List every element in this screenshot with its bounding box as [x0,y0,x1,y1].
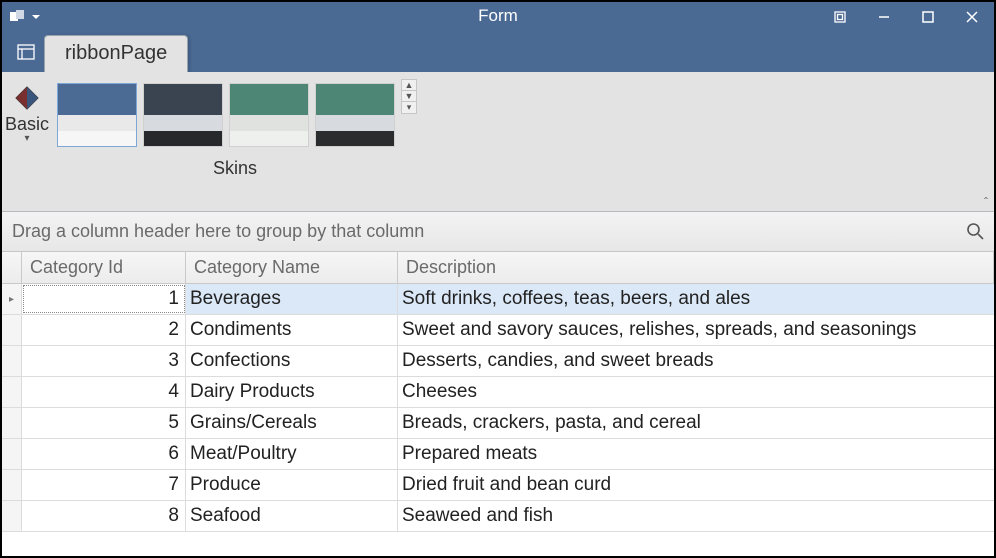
cell-category-id[interactable]: 2 [22,315,186,345]
skin-swatch[interactable] [143,83,223,147]
cell-description[interactable]: Sweet and savory sauces, relishes, sprea… [398,315,994,345]
ribbon-collapse-icon[interactable]: ˆ [984,195,988,209]
cell-category-name[interactable]: Seafood [186,501,398,531]
cell-description[interactable]: Desserts, candies, and sweet breads [398,346,994,376]
data-grid: Category Id Category Name Description ▸1… [2,252,994,556]
ribbon-tab[interactable]: ribbonPage [44,35,188,73]
cell-category-name[interactable]: Beverages [186,284,398,314]
grid-header: Category Id Category Name Description [2,252,994,284]
row-indicator [2,377,22,407]
cell-category-name[interactable]: Dairy Products [186,377,398,407]
row-indicator [2,408,22,438]
gallery-scroll: ▲ ▼ ▾ [401,79,417,114]
search-icon[interactable] [966,222,984,245]
cell-category-id[interactable]: 4 [22,377,186,407]
cell-description[interactable]: Dried fruit and bean curd [398,470,994,500]
table-row[interactable]: 2CondimentsSweet and savory sauces, reli… [2,315,994,346]
cell-description[interactable]: Breads, crackers, pasta, and cereal [398,408,994,438]
skin-swatch[interactable] [57,83,137,147]
cell-category-name[interactable]: Meat/Poultry [186,439,398,469]
gallery-down-button[interactable]: ▼ [401,91,417,102]
column-header-id[interactable]: Category Id [22,252,186,283]
ribbon-header: ribbonPage [2,32,994,72]
table-row[interactable]: 6Meat/PoultryPrepared meats [2,439,994,470]
app-menu-icon[interactable] [14,40,38,64]
cell-description[interactable]: Prepared meats [398,439,994,469]
skin-gallery: ▲ ▼ ▾ [52,78,418,152]
row-indicator [2,439,22,469]
cell-description[interactable]: Seaweed and fish [398,501,994,531]
ribbon-group-skins: ▲ ▼ ▾ Skins [52,78,418,211]
cell-category-name[interactable]: Condiments [186,315,398,345]
app-icon [10,10,26,24]
column-header-name[interactable]: Category Name [186,252,398,283]
cell-category-id[interactable]: 7 [22,470,186,500]
row-indicator: ▸ [2,284,22,314]
restore-down-alt-button[interactable] [818,2,862,32]
gallery-up-button[interactable]: ▲ [401,79,417,91]
cell-category-id[interactable]: 6 [22,439,186,469]
window-controls [818,2,994,32]
ribbon-group-basic[interactable]: Basic ▾ [2,78,52,211]
cell-description[interactable]: Soft drinks, coffees, teas, beers, and a… [398,284,994,314]
cell-category-id[interactable]: 1 [22,284,186,314]
skin-swatch[interactable] [315,83,395,147]
cell-category-id[interactable]: 5 [22,408,186,438]
row-indicator [2,470,22,500]
table-row[interactable]: 3ConfectionsDesserts, candies, and sweet… [2,346,994,377]
group-by-panel[interactable]: Drag a column header here to group by th… [2,212,994,252]
column-header-desc[interactable]: Description [398,252,994,283]
skins-group-label: Skins [213,158,257,179]
qat-dropdown-icon[interactable] [32,13,40,21]
table-row[interactable]: 5Grains/CerealsBreads, crackers, pasta, … [2,408,994,439]
minimize-button[interactable] [862,2,906,32]
row-indicator-header [2,252,22,283]
ribbon-body: Basic ▾ ▲ ▼ ▾ Skins ˆ [2,72,994,212]
basic-skin-icon [13,84,41,112]
cell-category-id[interactable]: 3 [22,346,186,376]
basic-label: Basic [5,114,49,135]
cell-category-name[interactable]: Confections [186,346,398,376]
close-button[interactable] [950,2,994,32]
table-row[interactable]: ▸1BeveragesSoft drinks, coffees, teas, b… [2,284,994,315]
cell-category-name[interactable]: Produce [186,470,398,500]
grid-rows: ▸1BeveragesSoft drinks, coffees, teas, b… [2,284,994,556]
table-row[interactable]: 8SeafoodSeaweed and fish [2,501,994,532]
maximize-button[interactable] [906,2,950,32]
row-indicator [2,315,22,345]
app-window: Form ribbonPage [0,0,996,558]
table-row[interactable]: 4Dairy ProductsCheeses [2,377,994,408]
title-bar[interactable]: Form [2,2,994,32]
gallery-expand-button[interactable]: ▾ [401,102,417,114]
chevron-down-icon: ▾ [24,133,29,144]
cell-category-id[interactable]: 8 [22,501,186,531]
cell-category-name[interactable]: Grains/Cereals [186,408,398,438]
skin-swatch[interactable] [229,83,309,147]
group-panel-hint: Drag a column header here to group by th… [12,221,424,242]
row-indicator [2,501,22,531]
row-indicator [2,346,22,376]
table-row[interactable]: 7ProduceDried fruit and bean curd [2,470,994,501]
cell-description[interactable]: Cheeses [398,377,994,407]
